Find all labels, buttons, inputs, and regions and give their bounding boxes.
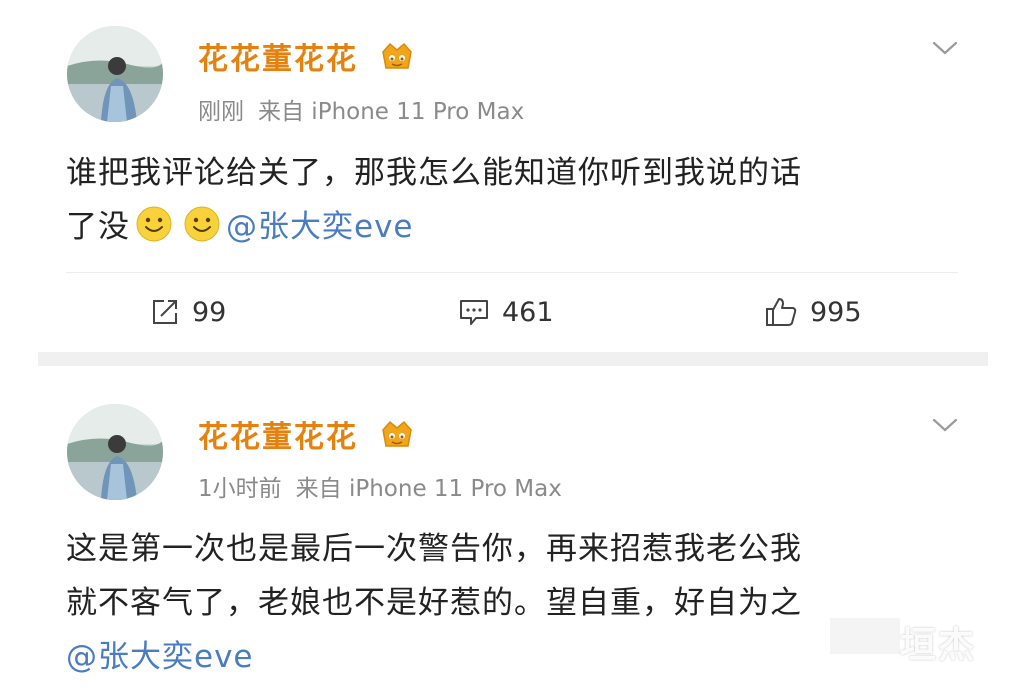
comment-icon <box>460 300 488 325</box>
content-text: 了没 <box>66 209 130 245</box>
mention-link[interactable]: @张大奕eve <box>226 209 414 245</box>
repost-button[interactable]: 99 <box>150 288 226 336</box>
post-source: 来自 iPhone 11 Pro Max <box>295 476 562 502</box>
weibo-screenshot: 花花董花花 刚刚 来自 iPhone 11 Pro Max 谁把我评论给关了，那我… <box>0 0 1010 690</box>
post-time: 刚刚 <box>198 99 244 125</box>
watermark-blur <box>830 618 900 654</box>
post-actions: 99 461 995 <box>0 288 1010 336</box>
comment-count: 461 <box>502 296 554 328</box>
post-meta: 刚刚 来自 iPhone 11 Pro Max <box>198 92 524 126</box>
vip-crown-icon <box>382 42 412 69</box>
vip-crown-icon <box>382 420 412 447</box>
content-line: 了没 @张大奕eve <box>66 200 946 254</box>
post-time: 1小时前 <box>198 476 282 502</box>
post-separator <box>38 352 988 366</box>
avatar[interactable] <box>67 26 163 122</box>
smile-emoji-icon <box>136 206 172 242</box>
content-line: 就不客气了，老娘也不是好惹的。望自重，好自为之 <box>66 585 802 621</box>
post-content: 谁把我评论给关了，那我怎么能知道你听到我说的话 了没 @张大奕eve <box>66 146 946 254</box>
username[interactable]: 花花董花花 <box>198 34 358 78</box>
username[interactable]: 花花董花花 <box>198 412 358 456</box>
divider <box>66 272 958 273</box>
chevron-down-icon[interactable] <box>930 38 960 58</box>
repost-icon <box>153 300 177 324</box>
chevron-down-icon[interactable] <box>930 415 960 435</box>
mention-link[interactable]: @张大奕eve <box>66 639 254 675</box>
repost-count: 99 <box>192 296 227 328</box>
smile-emoji-icon <box>184 206 220 242</box>
post-source: 来自 iPhone 11 Pro Max <box>258 99 525 125</box>
content-line: 谁把我评论给关了，那我怎么能知道你听到我说的话 <box>66 155 802 191</box>
avatar[interactable] <box>67 404 163 500</box>
post-content: 这是第一次也是最后一次警告你，再来招惹我老公我 就不客气了，老娘也不是好惹的。望… <box>66 522 946 684</box>
comment-button[interactable]: 461 <box>458 288 554 336</box>
weibo-post-1: 花花董花花 刚刚 来自 iPhone 11 Pro Max 谁把我评论给关了，那我… <box>0 0 1010 352</box>
content-line: @张大奕eve <box>66 630 946 684</box>
like-icon <box>766 298 797 326</box>
post-meta: 1小时前 来自 iPhone 11 Pro Max <box>198 469 562 503</box>
content-line: 这是第一次也是最后一次警告你，再来招惹我老公我 <box>66 531 802 567</box>
like-button[interactable]: 995 <box>764 288 862 336</box>
watermark: 垣杰 <box>900 625 977 666</box>
like-count: 995 <box>810 296 862 328</box>
